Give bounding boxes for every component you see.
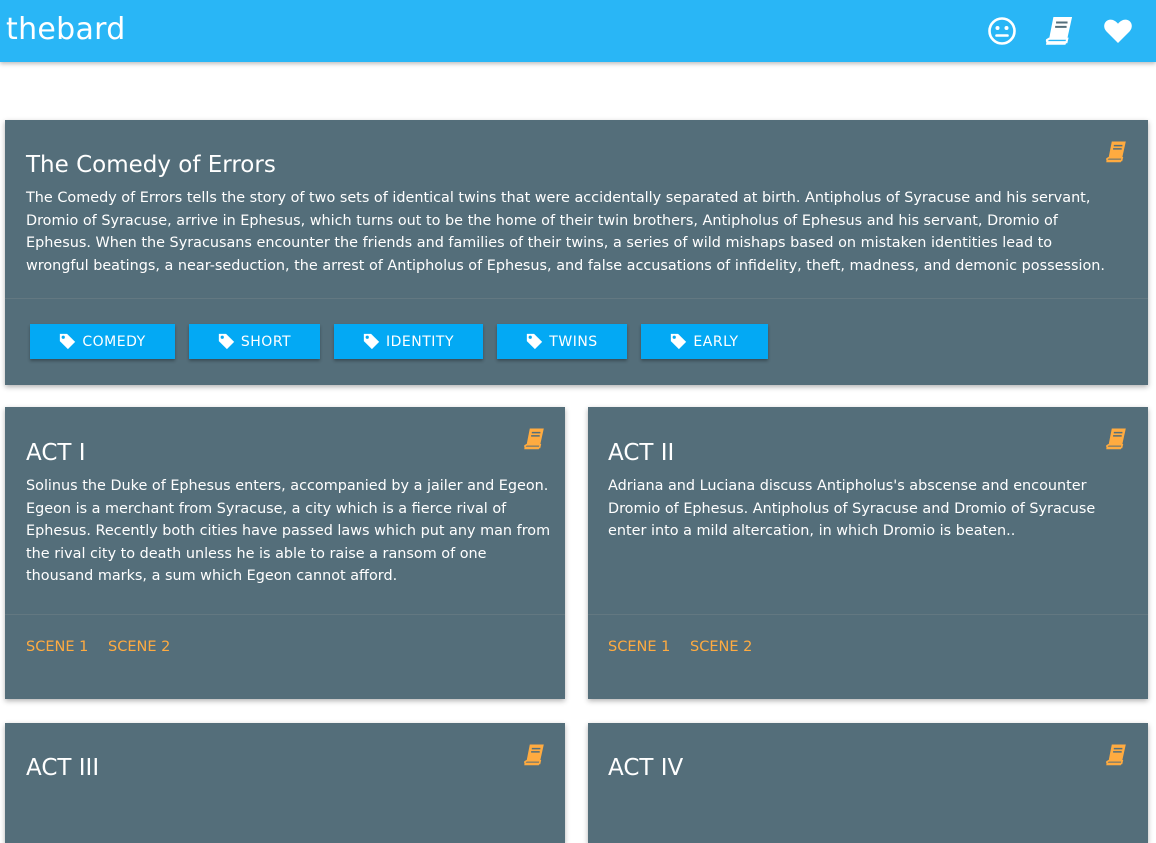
tag-icon bbox=[670, 333, 687, 350]
tag-comedy[interactable]: COMEDY bbox=[30, 324, 175, 359]
tag-early[interactable]: EARLY bbox=[641, 324, 768, 359]
book-icon[interactable] bbox=[1041, 13, 1077, 49]
scene-link-2[interactable]: SCENE 2 bbox=[690, 639, 752, 655]
tag-short[interactable]: SHORT bbox=[189, 324, 320, 359]
play-description: The Comedy of Errors tells the story of … bbox=[26, 190, 1105, 274]
scene-link-2[interactable]: SCENE 2 bbox=[108, 639, 170, 655]
play-card: The Comedy of Errors The Comedy of Error… bbox=[5, 120, 1148, 385]
scene-list: SCENE 1 SCENE 2 bbox=[588, 614, 1148, 700]
act-card: ACT III bbox=[5, 723, 565, 843]
scene-link-1[interactable]: SCENE 1 bbox=[608, 639, 670, 655]
scene-list: SCENE 1 SCENE 2 bbox=[5, 614, 565, 700]
act-card: ACT IV bbox=[588, 723, 1148, 843]
heart-icon[interactable] bbox=[1100, 13, 1136, 49]
tag-label: EARLY bbox=[693, 333, 739, 350]
book-icon[interactable] bbox=[1104, 427, 1128, 451]
tag-list: COMEDY SHORT IDENTITY TWINS EARLY bbox=[5, 298, 1148, 386]
act-title: ACT IV bbox=[608, 755, 684, 781]
act-card: ACT I Solinus the Duke of Ephesus enters… bbox=[5, 407, 565, 699]
tag-icon bbox=[526, 333, 543, 350]
tag-label: SHORT bbox=[240, 333, 292, 350]
tag-twins[interactable]: TWINS bbox=[497, 324, 627, 359]
tag-icon bbox=[363, 333, 380, 350]
act-summary: Adriana and Luciana discuss Antipholus's… bbox=[608, 478, 1096, 539]
tag-identity[interactable]: IDENTITY bbox=[334, 324, 483, 359]
act-card: ACT II Adriana and Luciana discuss Antip… bbox=[588, 407, 1148, 699]
tag-label: TWINS bbox=[549, 333, 598, 350]
tag-label: COMEDY bbox=[82, 333, 146, 350]
act-title: ACT II bbox=[608, 440, 675, 466]
act-title: ACT III bbox=[26, 755, 100, 781]
book-icon[interactable] bbox=[1104, 743, 1128, 767]
act-title: ACT I bbox=[26, 440, 86, 466]
neutral-face-icon[interactable] bbox=[984, 13, 1020, 49]
play-title: The Comedy of Errors bbox=[26, 152, 276, 178]
book-icon[interactable] bbox=[522, 743, 546, 767]
book-icon[interactable] bbox=[1104, 140, 1128, 164]
tag-label: IDENTITY bbox=[385, 333, 454, 350]
scene-link-1[interactable]: SCENE 1 bbox=[26, 639, 88, 655]
tag-icon bbox=[218, 333, 235, 350]
book-icon[interactable] bbox=[522, 427, 546, 451]
brand-logo[interactable]: thebard bbox=[6, 10, 126, 50]
top-app-bar: thebard bbox=[0, 0, 1156, 62]
tag-icon bbox=[59, 333, 76, 350]
act-summary: Solinus the Duke of Ephesus enters, acco… bbox=[26, 478, 551, 584]
